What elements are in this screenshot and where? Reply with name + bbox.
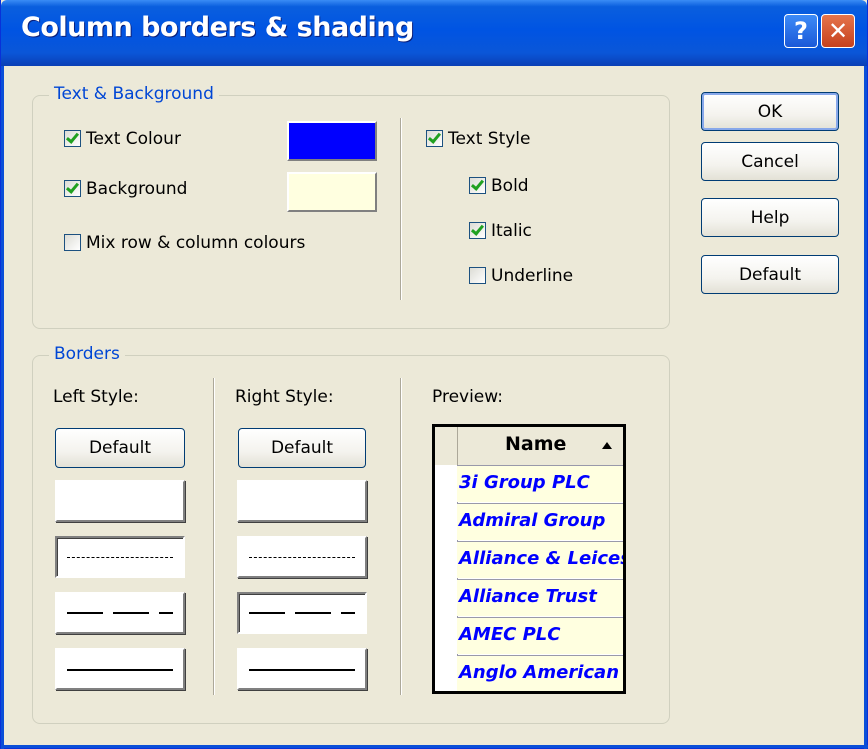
ok-button[interactable]: OK [701, 92, 839, 131]
question-icon: ? [794, 17, 808, 45]
dotted-line-sample [67, 557, 173, 558]
underline-label[interactable]: Underline [491, 266, 573, 286]
underline-checkbox[interactable] [469, 267, 486, 284]
preview-row-text: Admiral Group [459, 510, 606, 531]
left-right-divider [213, 378, 215, 695]
right-style-dotted[interactable] [237, 536, 367, 578]
left-style-dashed[interactable] [55, 592, 185, 634]
bold-label[interactable]: Bold [491, 176, 529, 196]
window-title: Column borders & shading [21, 12, 414, 43]
preview-label: Preview: [432, 387, 503, 407]
background-label[interactable]: Background [86, 179, 187, 199]
right-style-solid[interactable] [237, 648, 367, 690]
text-style-checkbox[interactable] [426, 130, 443, 147]
preview-row: Alliance & Leicester [457, 541, 623, 578]
left-style-dotted[interactable] [55, 536, 185, 578]
left-style-solid[interactable] [55, 648, 185, 690]
right-style-dashed[interactable] [237, 592, 367, 634]
preview-grid: Name 3i Group PLC Admiral Group Alliance &… [432, 424, 626, 694]
preview-row: Admiral Group [457, 503, 623, 540]
right-style-none[interactable] [237, 480, 367, 522]
sort-ascending-icon [602, 442, 612, 449]
left-default-button[interactable]: Default [55, 428, 185, 468]
preview-row: Alliance Trust [457, 579, 623, 616]
italic-checkbox[interactable] [469, 222, 486, 239]
preview-header: Name [435, 427, 623, 466]
window-border-bottom [1, 745, 868, 748]
close-button[interactable]: ✕ [821, 14, 855, 48]
close-icon: ✕ [827, 17, 849, 45]
title-bar[interactable]: Column borders & shading ? ✕ [1, 0, 867, 66]
preview-header-separator [457, 427, 458, 465]
mix-colours-checkbox[interactable] [64, 234, 81, 251]
dashed-line-sample [249, 612, 355, 614]
default-button[interactable]: Default [701, 255, 839, 294]
preview-row: 3i Group PLC [457, 465, 623, 502]
preview-row-gutter [435, 465, 458, 691]
dialog-window: Column borders & shading ? ✕ Text & Back… [0, 0, 868, 749]
text-colour-checkbox[interactable] [64, 130, 81, 147]
preview-row-text: Anglo American [459, 662, 620, 683]
cancel-button[interactable]: Cancel [701, 142, 839, 181]
left-style-none[interactable] [55, 480, 185, 522]
preview-row-text: 3i Group PLC [459, 472, 590, 493]
italic-label[interactable]: Italic [491, 221, 532, 241]
window-border-left [1, 66, 4, 749]
preview-row: AMEC PLC [457, 617, 623, 654]
borders-group-title: Borders [49, 344, 125, 364]
preview-row-text: AMEC PLC [459, 624, 561, 645]
preview-column-header: Name [505, 433, 567, 455]
preview-row-text: Alliance Trust [459, 586, 597, 607]
solid-line-sample [67, 669, 173, 671]
preview-row-text: Alliance & Leicester [459, 548, 623, 569]
right-style-label: Right Style: [235, 387, 334, 407]
text-style-divider [400, 118, 402, 300]
left-style-label: Left Style: [53, 387, 139, 407]
help-title-button[interactable]: ? [784, 14, 818, 48]
text-colour-label[interactable]: Text Colour [86, 129, 181, 149]
text-background-group-title: Text & Background [49, 84, 219, 104]
right-preview-divider [400, 378, 402, 695]
dotted-line-sample [249, 557, 355, 558]
text-style-label[interactable]: Text Style [448, 129, 531, 149]
background-colour-swatch[interactable] [287, 172, 377, 212]
background-checkbox[interactable] [64, 180, 81, 197]
window-border-right [864, 66, 867, 749]
text-colour-swatch[interactable] [287, 121, 377, 161]
help-button[interactable]: Help [701, 198, 839, 237]
right-default-button[interactable]: Default [238, 428, 366, 468]
dashed-line-sample [67, 612, 173, 614]
preview-row: Anglo American [457, 655, 623, 691]
bold-checkbox[interactable] [469, 177, 486, 194]
solid-line-sample [249, 669, 355, 671]
mix-colours-label[interactable]: Mix row & column colours [86, 233, 305, 253]
